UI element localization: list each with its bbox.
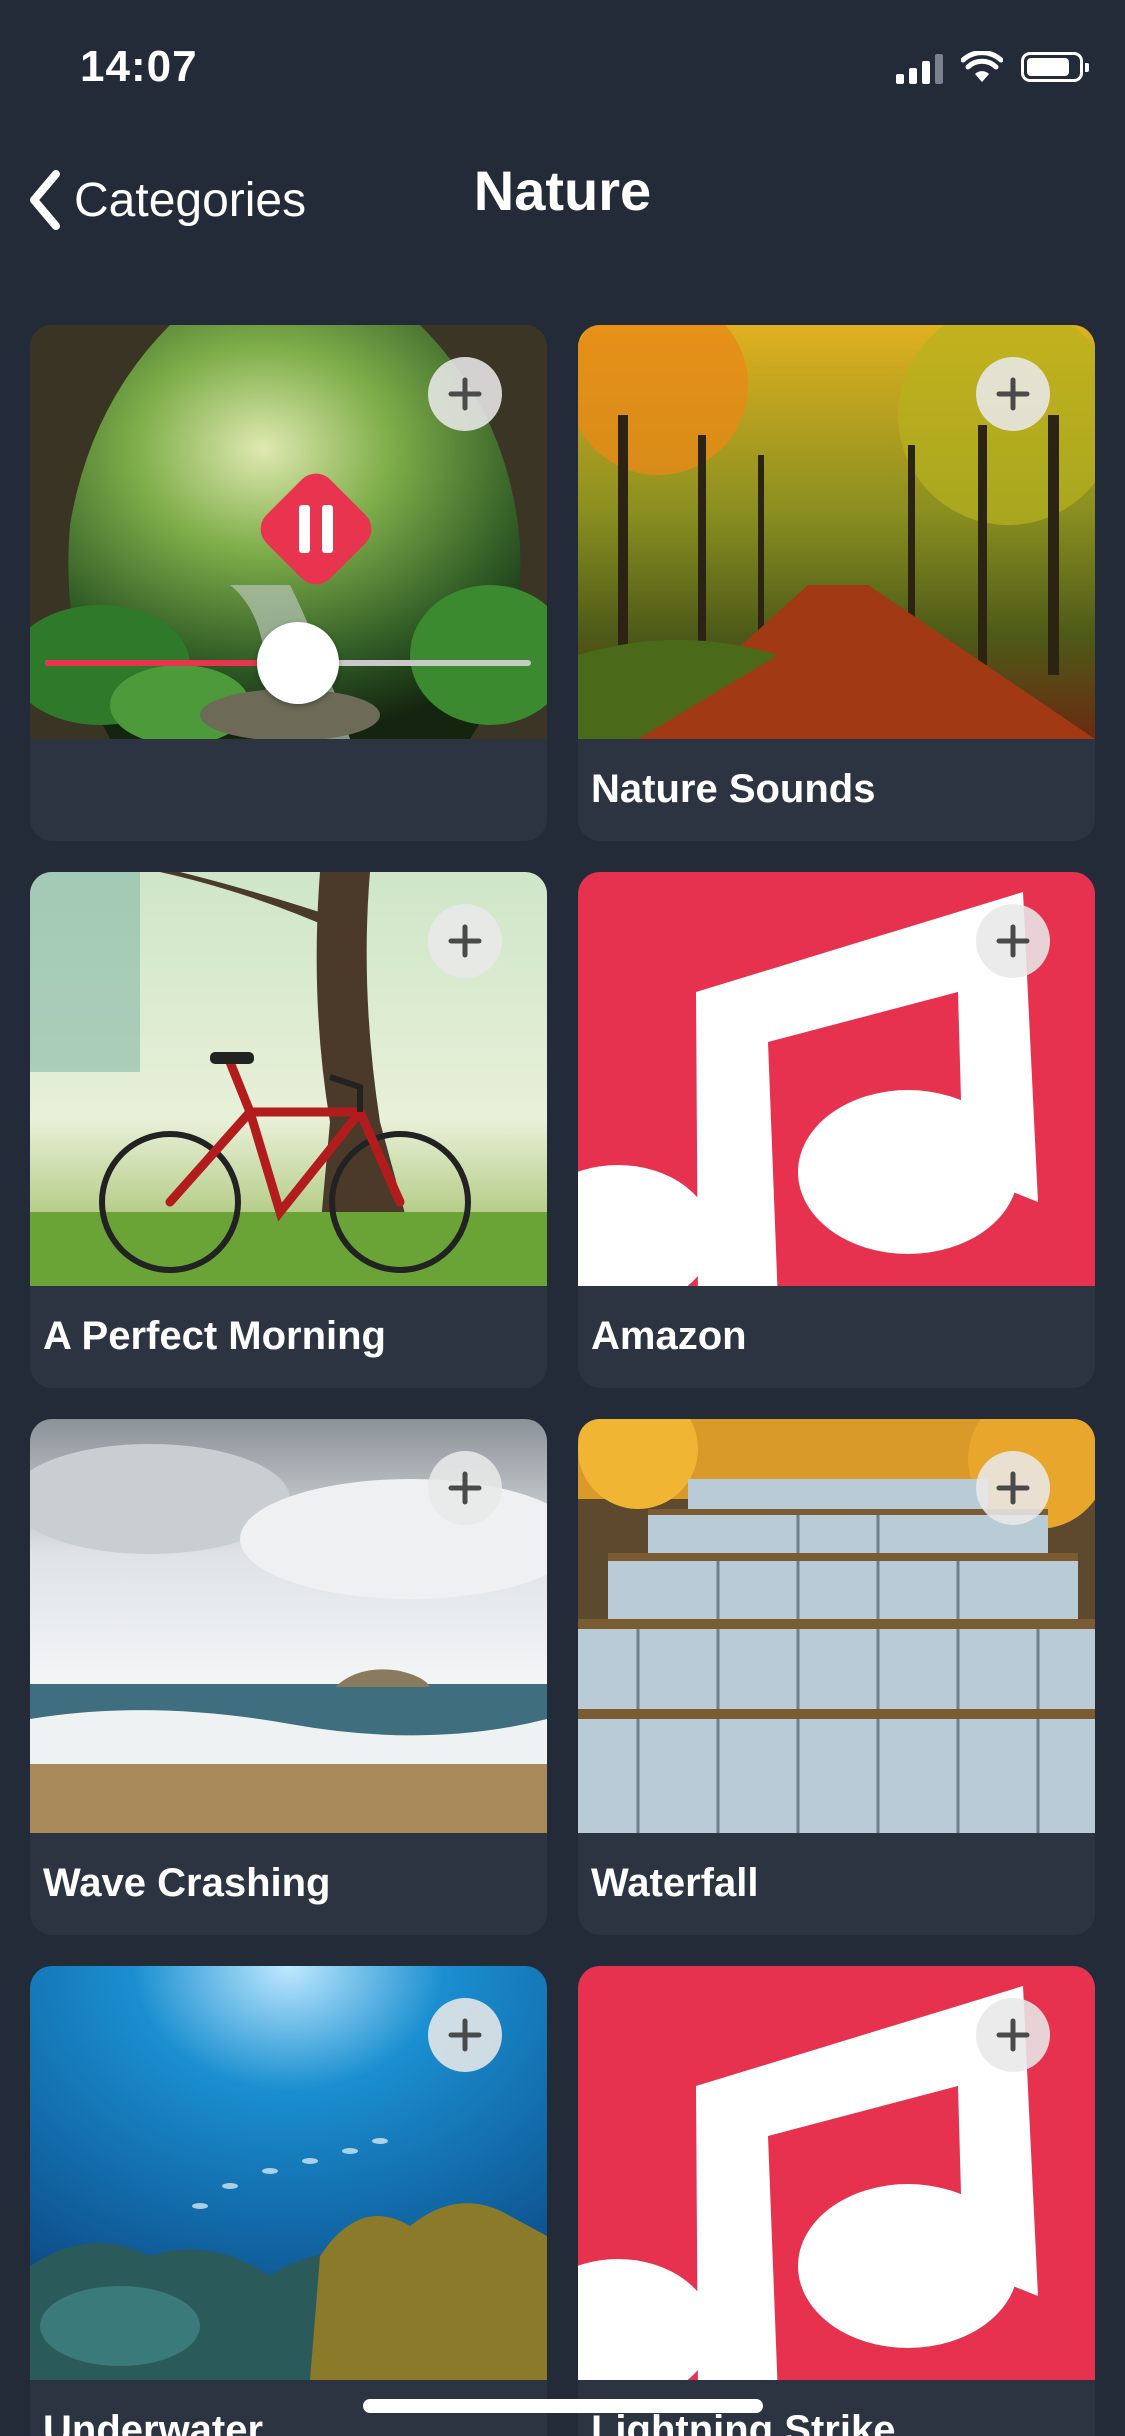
- sound-card-nature-sounds[interactable]: Nature Sounds: [578, 325, 1095, 841]
- status-time: 14:07: [80, 42, 198, 91]
- playback-progress-slider[interactable]: [45, 622, 531, 704]
- sound-title: Nature Sounds: [591, 767, 876, 811]
- sound-card-amazon[interactable]: Amazon: [578, 872, 1095, 1388]
- status-icons: [896, 50, 1089, 84]
- page-title: Nature: [473, 159, 652, 222]
- sound-card-waterfall[interactable]: Waterfall: [578, 1419, 1095, 1935]
- plus-icon: [448, 1471, 482, 1505]
- sound-title: Amazon: [591, 1314, 747, 1358]
- playback-progress-knob[interactable]: [256, 622, 339, 704]
- add-button[interactable]: [428, 357, 502, 431]
- sound-title: Wave Crashing: [43, 1861, 331, 1905]
- pause-button[interactable]: [247, 460, 385, 598]
- sound-title: Underwater: [43, 2408, 264, 2436]
- sound-title: Waterfall: [591, 1861, 759, 1905]
- pause-icon: [260, 473, 372, 585]
- add-button[interactable]: [976, 1451, 1050, 1525]
- add-button[interactable]: [976, 1998, 1050, 2072]
- plus-icon: [448, 377, 482, 411]
- add-button[interactable]: [428, 1998, 502, 2072]
- sound-title: A Perfect Morning: [43, 1314, 386, 1358]
- add-button[interactable]: [428, 904, 502, 978]
- add-button[interactable]: [976, 357, 1050, 431]
- plus-icon: [996, 1471, 1030, 1505]
- screen: 14:07 Categories Nature Nature Sounds A …: [0, 0, 1125, 2436]
- add-button[interactable]: [428, 1451, 502, 1525]
- plus-icon: [448, 2018, 482, 2052]
- home-indicator[interactable]: [363, 2399, 763, 2413]
- plus-icon: [448, 924, 482, 958]
- wifi-icon: [961, 51, 1003, 82]
- add-button[interactable]: [976, 904, 1050, 978]
- sound-card-underwater[interactable]: Underwater: [30, 1966, 547, 2436]
- battery-icon: [1021, 52, 1089, 82]
- sound-card-jungle[interactable]: [30, 325, 547, 841]
- cellular-signal-icon: [896, 50, 943, 84]
- plus-icon: [996, 924, 1030, 958]
- sound-card-wave-crashing[interactable]: Wave Crashing: [30, 1419, 547, 1935]
- sound-card-a-perfect-morning[interactable]: A Perfect Morning: [30, 872, 547, 1388]
- plus-icon: [996, 2018, 1030, 2052]
- sound-card-lightning-strike[interactable]: Lightning Strike: [578, 1966, 1095, 2436]
- plus-icon: [996, 377, 1030, 411]
